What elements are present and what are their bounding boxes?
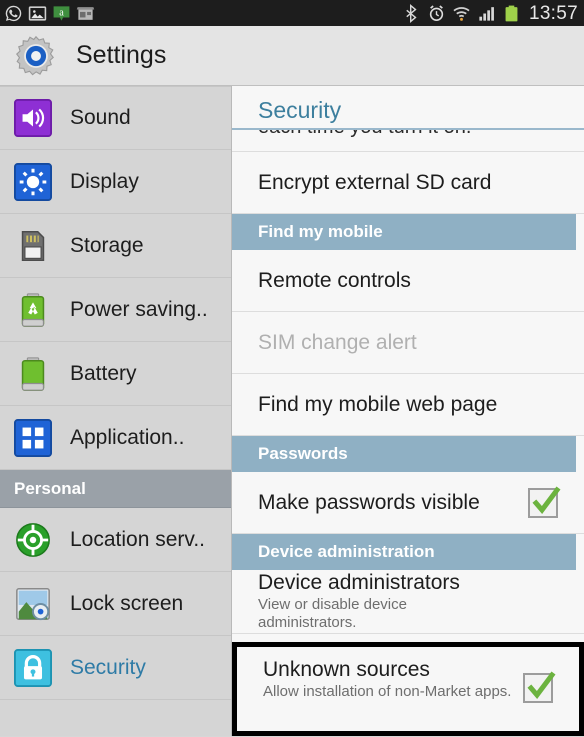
sound-icon [14,99,52,137]
sidebar-item-power-saving[interactable]: Power saving.. [0,278,231,342]
display-icon [14,162,52,201]
page-title: Settings [76,41,167,69]
scrolled-partial-row[interactable]: each time you turn it on. [232,130,584,152]
app-title-bar: Settings [0,26,584,86]
row-title: Encrypt external SD card [258,170,492,194]
sidebar-item-battery[interactable]: Battery [0,342,231,406]
checkmark-icon [527,671,556,699]
section-header-passwords: Passwords [232,436,576,472]
bluetooth-icon [406,3,417,23]
sidebar-item-label: Display [70,169,139,193]
section-label: Passwords [258,444,348,463]
settings-gear-icon [16,35,54,75]
alarm-icon [429,4,444,21]
sidebar-item-storage[interactable]: Storage [0,214,231,278]
system-status-icons: 13:57 [402,4,578,23]
status-bar-clock: 13:57 [528,2,578,24]
row-title: Make passwords visible [258,490,480,514]
row-title: Remote controls [258,268,411,292]
sidebar-section-header-personal: Personal [0,470,231,508]
location-icon [16,522,50,557]
battery-icon [21,356,45,391]
row-sim-change-alert: SIM change alert [232,312,584,374]
amazon-icon: a [53,5,70,21]
status-bar: a 13:57 [0,0,584,26]
security-detail-pane: Security each time you turn it on. Encry… [232,86,584,736]
make-passwords-visible-checkbox[interactable] [528,486,561,518]
section-header-device-administration: Device administration [232,534,576,570]
sidebar-item-sound[interactable]: Sound [0,86,231,150]
row-subtitle: View or disable device administrators. [258,595,407,632]
storage-icon [21,230,45,261]
sidebar-item-label: Battery [70,361,137,385]
store-icon [76,6,95,20]
row-title: Find my mobile web page [258,392,498,416]
checkmark-icon [532,486,561,514]
battery-icon [505,5,518,21]
row-make-passwords-visible[interactable]: Make passwords visible [232,472,584,534]
row-find-my-mobile-web-page[interactable]: Find my mobile web page [232,374,584,436]
sidebar-item-location-services[interactable]: Location serv.. [0,508,231,572]
row-encrypt-external-sd-card[interactable]: Encrypt external SD card [232,152,584,214]
notification-icons: a [4,4,95,23]
row-title: Unknown sources [263,658,430,681]
svg-text:a: a [59,7,64,18]
whatsapp-icon [5,5,22,21]
sidebar-item-label: Location serv.. [70,527,206,551]
sidebar-item-application[interactable]: Application.. [0,406,231,470]
sidebar-item-display[interactable]: Display [0,150,231,214]
sidebar-item-lock-screen[interactable]: Lock screen [0,572,231,636]
sidebar-item-label: Security [70,655,146,679]
pane-title-text: Security [258,97,342,123]
section-header-find-my-mobile: Find my mobile [232,214,576,250]
row-title: Device administrators [258,571,460,594]
unknown-sources-checkbox[interactable] [523,671,556,703]
sidebar-section-label: Personal [14,478,86,498]
scrolled-partial-text: each time you turn it on. [258,130,471,139]
sidebar-item-label: Power saving.. [70,297,208,321]
wifi-icon [453,6,470,21]
sidebar-item-label: Lock screen [70,591,184,615]
signal-icon [479,6,494,21]
sidebar-item-label: Storage [70,233,144,257]
sidebar-item-label: Sound [70,106,131,129]
gallery-icon [28,5,47,21]
highlight-box-unknown-sources: Unknown sources Allow installation of no… [232,642,584,736]
section-label: Device administration [258,542,435,561]
lock-screen-icon [16,587,50,620]
settings-body: Sound Display Storage Power saving.. Bat… [0,86,584,736]
row-device-administrators[interactable]: Device administrators View or disable de… [232,570,584,635]
sidebar-item-security[interactable]: Security [0,636,231,700]
power-saving-icon [21,292,45,327]
sidebar-item-label: Application.. [70,425,185,449]
row-remote-controls[interactable]: Remote controls [232,250,584,312]
android-settings-screen: a 13:57 Settings Sound Display Storage P… [0,0,584,737]
pane-title: Security [232,86,584,130]
sidebar[interactable]: Sound Display Storage Power saving.. Bat… [0,86,232,736]
row-subtitle: Allow installation of non-Market apps. [263,682,512,700]
security-lock-icon [14,648,52,687]
row-unknown-sources[interactable]: Unknown sources Allow installation of no… [237,647,579,731]
row-title: SIM change alert [258,330,417,354]
application-icon [14,418,52,457]
section-label: Find my mobile [258,222,383,241]
